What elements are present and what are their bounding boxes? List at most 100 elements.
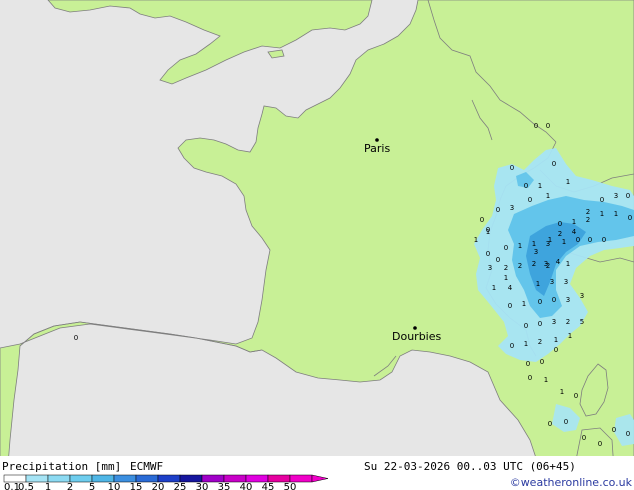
legend-tick-label: 50 bbox=[284, 482, 297, 490]
legend-model: ECMWF bbox=[130, 460, 163, 473]
precip-value-label: 3 bbox=[488, 264, 492, 272]
legend-tick-label: 5 bbox=[89, 482, 95, 490]
precip-value-label: 1 bbox=[538, 182, 542, 190]
precip-value-label: 0 bbox=[510, 164, 514, 172]
precip-value-label: 0 bbox=[486, 226, 490, 234]
legend-color-swatch bbox=[113, 474, 137, 483]
precip-value-label: 1 bbox=[600, 210, 604, 218]
precip-value-label: 1 bbox=[536, 280, 540, 288]
legend-tick-label: 10 bbox=[108, 482, 121, 490]
legend-tick-label: 1 bbox=[45, 482, 51, 490]
precip-value-label: 0 bbox=[510, 342, 514, 350]
precip-value-label: 0 bbox=[480, 216, 484, 224]
precip-value-label: 2 bbox=[566, 318, 570, 326]
precip-value-label: 1 bbox=[532, 240, 536, 248]
precip-value-label: 0 bbox=[546, 122, 550, 130]
precip-value-label: 0 bbox=[540, 358, 544, 366]
precip-value-label: 0 bbox=[574, 392, 578, 400]
city-label-dourbies: Dourbies bbox=[392, 330, 442, 343]
legend-color-swatch bbox=[267, 474, 291, 483]
precip-value-label: 1 bbox=[492, 284, 496, 292]
precip-value-label: 0 bbox=[602, 236, 606, 244]
legend-tick-label: 2 bbox=[67, 482, 73, 490]
precip-value-label: 4 bbox=[556, 258, 561, 266]
precip-value-label: 0 bbox=[74, 334, 78, 342]
precip-value-label: 1 bbox=[518, 242, 522, 250]
precip-value-label: 1 bbox=[566, 260, 570, 268]
legend-color-swatch bbox=[91, 474, 115, 483]
weather-map: Paris Dourbies 0000100103010120300112423… bbox=[0, 0, 634, 490]
precip-value-label: 2 bbox=[532, 260, 536, 268]
precip-value-label: 2 bbox=[558, 230, 562, 238]
precip-value-label: 1 bbox=[504, 274, 508, 282]
legend-title: Precipitation [mm] bbox=[2, 460, 121, 473]
precip-value-label: 0 bbox=[524, 322, 528, 330]
legend-tick-label: 0.5 bbox=[18, 482, 34, 490]
legend: Precipitation [mm] ECMWF Su 22-03-2026 0… bbox=[0, 456, 634, 490]
precip-value-label: 3 bbox=[564, 278, 568, 286]
precip-value-label: 0 bbox=[508, 302, 512, 310]
legend-tick-label: 25 bbox=[174, 482, 187, 490]
legend-tick-label: 45 bbox=[262, 482, 275, 490]
city-label-paris: Paris bbox=[364, 142, 390, 155]
legend-colorbar bbox=[3, 474, 313, 483]
legend-tick-label: 20 bbox=[152, 482, 165, 490]
precip-value-label: 0 bbox=[626, 192, 630, 200]
precip-value-label: 3 bbox=[552, 318, 556, 326]
legend-color-swatch bbox=[179, 474, 203, 483]
precip-value-label: 0 bbox=[552, 160, 556, 168]
precipitation-map: Paris Dourbies 00 00100 10 30 10 120 3 00112423… bbox=[0, 0, 634, 490]
precip-value-label: 0 bbox=[528, 196, 532, 204]
legend-tick-label: 40 bbox=[240, 482, 253, 490]
precip-value-label: 3 bbox=[566, 296, 570, 304]
precip-value-label: 0 bbox=[588, 236, 592, 244]
precip-value-label: 3 bbox=[580, 292, 584, 300]
precip-value-label: 0 bbox=[612, 426, 616, 434]
precip-value-label: 4 bbox=[508, 284, 513, 292]
legend-color-swatch bbox=[289, 474, 313, 483]
precip-value-label: 1 bbox=[554, 336, 558, 344]
legend-color-swatch bbox=[157, 474, 181, 483]
footer-credit: ©weatheronline.co.uk bbox=[510, 476, 633, 489]
precip-value-label: 1 bbox=[524, 340, 528, 348]
precip-value-label: 2 bbox=[586, 208, 590, 216]
legend-color-swatch bbox=[135, 474, 159, 483]
precip-value-label: 0 bbox=[534, 122, 538, 130]
footer-datetime: Su 22-03-2026 00..03 UTC (06+45) bbox=[364, 460, 576, 473]
precip-value-label: 1 bbox=[568, 332, 572, 340]
precip-value-label: 3 bbox=[550, 278, 554, 286]
precip-value-label: 0 bbox=[538, 298, 542, 306]
precip-value-label: 3 bbox=[510, 204, 514, 212]
precip-value-label: 2 bbox=[586, 216, 590, 224]
precip-value-label: 2 bbox=[518, 262, 522, 270]
precip-value-label: 0 bbox=[582, 434, 586, 442]
precip-value-label: 1 bbox=[544, 376, 548, 384]
legend-color-swatch bbox=[223, 474, 247, 483]
precip-value-label: 0 bbox=[524, 182, 528, 190]
precip-value-label: 3 bbox=[544, 260, 548, 268]
precip-value-label: 5 bbox=[580, 318, 584, 326]
precip-value-label: 2 bbox=[504, 264, 508, 272]
precip-value-label: 1 bbox=[474, 236, 478, 244]
legend-tick-label: 35 bbox=[218, 482, 231, 490]
legend-color-swatch bbox=[245, 474, 269, 483]
precip-value-label: 0 bbox=[626, 430, 630, 438]
precip-value-label: 0 bbox=[526, 360, 530, 368]
precip-value-label: 2 bbox=[538, 338, 542, 346]
legend-color-swatch bbox=[47, 474, 71, 483]
precip-value-label: 0 bbox=[558, 220, 562, 228]
precip-value-label: 1 bbox=[548, 236, 552, 244]
precip-value-label: 0 bbox=[548, 420, 552, 428]
precip-value-label: 0 bbox=[552, 296, 556, 304]
precip-value-label: 0 bbox=[598, 440, 602, 448]
legend-color-swatch bbox=[201, 474, 225, 483]
precip-value-label: 1 bbox=[546, 192, 550, 200]
precip-value-label: 1 bbox=[572, 218, 576, 226]
precip-value-label: 0 bbox=[538, 320, 542, 328]
legend-color-swatch bbox=[3, 474, 27, 483]
precip-value-label: 1 bbox=[522, 300, 526, 308]
precip-value-label: 0 bbox=[528, 374, 532, 382]
legend-color-swatch bbox=[25, 474, 49, 483]
precip-value-label: 0 bbox=[496, 206, 500, 214]
precip-value-label: 0 bbox=[504, 244, 508, 252]
